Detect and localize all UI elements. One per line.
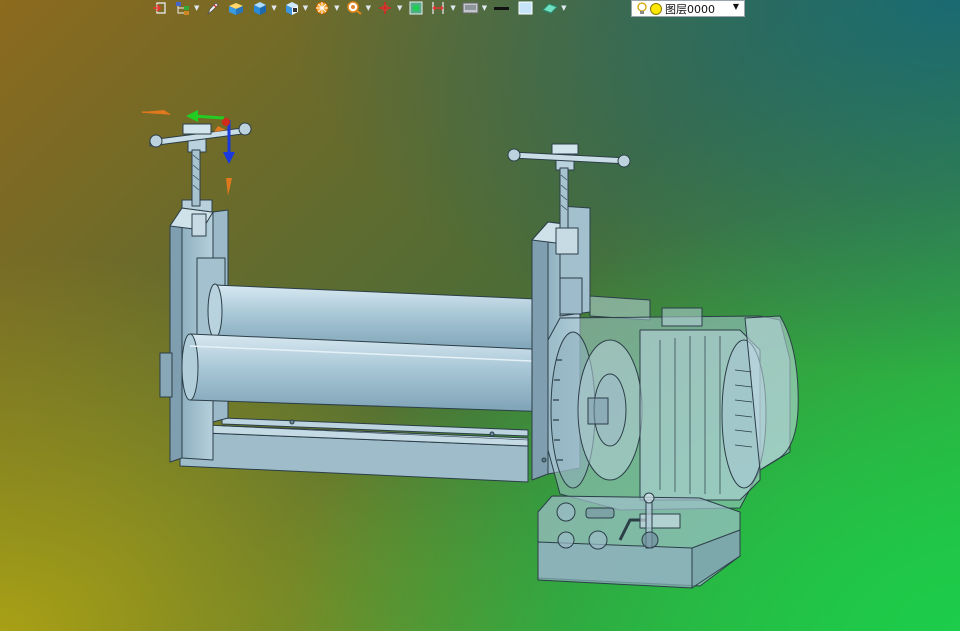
3d-viewport[interactable] (0, 0, 960, 631)
motor-gearbox (547, 295, 799, 511)
control-box (537, 492, 741, 589)
manipulator-triad[interactable] (141, 110, 235, 196)
roller-machine-model[interactable] (149, 122, 799, 589)
left-screw-handle[interactable] (149, 122, 252, 207)
base-frame (179, 417, 529, 483)
